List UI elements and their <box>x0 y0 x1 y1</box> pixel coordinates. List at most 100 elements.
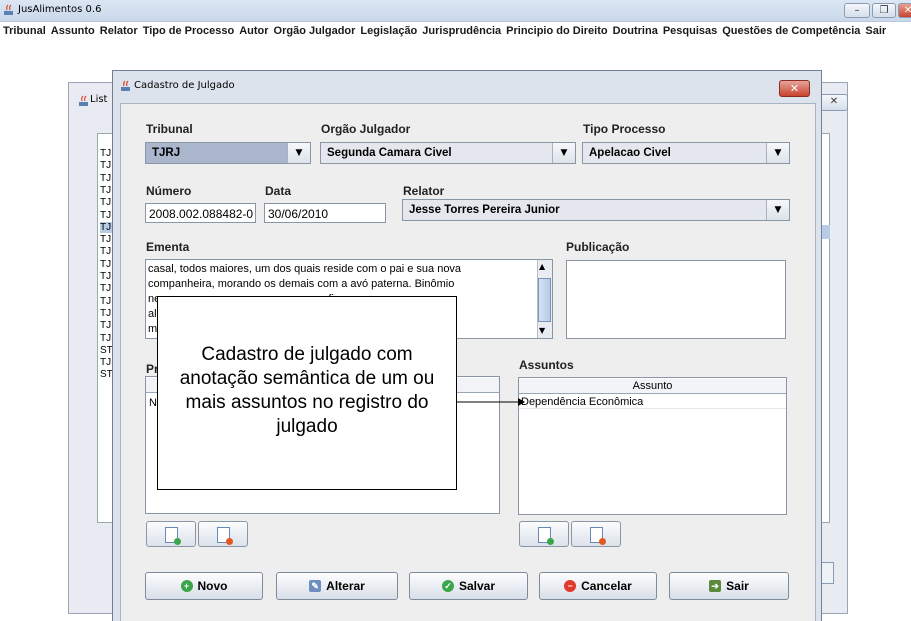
add-parte-button[interactable] <box>146 521 196 547</box>
plus-icon: + <box>180 580 193 592</box>
data-label: Data <box>265 184 292 198</box>
dialog-close-button[interactable]: ✕ <box>779 80 810 97</box>
close-button[interactable]: ✕ <box>898 3 911 18</box>
sair-button[interactable]: ➔ Sair <box>669 572 789 600</box>
assuntos-label: Assuntos <box>519 358 574 372</box>
add-document-icon <box>538 527 554 545</box>
check-icon: ✓ <box>441 580 454 592</box>
cancelar-button[interactable]: − Cancelar <box>539 572 657 600</box>
list-row[interactable]: TJ <box>100 283 111 294</box>
list-row[interactable]: TJ <box>100 185 111 196</box>
remove-parte-button[interactable] <box>198 521 248 547</box>
remove-document-icon <box>590 527 606 545</box>
annotation-arrow <box>456 398 525 406</box>
ementa-label: Ementa <box>146 240 190 254</box>
java-icon <box>78 95 90 107</box>
menu-item[interactable]: Jurisprudência <box>419 22 503 37</box>
tipo-processo-label: Tipo Processo <box>583 122 666 136</box>
salvar-label: Salvar <box>458 579 496 593</box>
relator-label: Relator <box>403 184 445 198</box>
partes-row[interactable]: N <box>149 397 157 409</box>
add-document-icon <box>165 527 181 545</box>
list-row[interactable]: TJ <box>100 234 111 245</box>
tipo-processo-select[interactable]: Apelacao Civel ▼ <box>582 142 790 164</box>
assuntos-row[interactable]: Dependência Econômica <box>519 395 786 409</box>
chevron-down-icon[interactable]: ▼ <box>766 200 789 220</box>
menu-item[interactable]: Questões de Competência <box>719 22 862 37</box>
minus-icon: − <box>564 580 577 592</box>
minimize-button[interactable]: – <box>844 3 870 18</box>
numero-field[interactable]: 2008.002.088482-0 <box>145 203 256 223</box>
menu-item[interactable]: Pesquisas <box>660 22 719 37</box>
maximize-button[interactable]: ❐ <box>872 3 896 18</box>
alterar-button[interactable]: ✎ Alterar <box>276 572 398 600</box>
relator-value: Jesse Torres Pereira Junior <box>409 204 560 216</box>
edit-icon: ✎ <box>309 580 322 592</box>
app-titlebar <box>0 0 911 22</box>
remove-assunto-button[interactable] <box>571 521 621 547</box>
menu-item[interactable]: Sair <box>862 22 888 37</box>
list-row[interactable]: TJ <box>100 148 111 159</box>
java-icon <box>120 80 132 92</box>
relator-select[interactable]: Jesse Torres Pereira Junior ▼ <box>402 199 790 221</box>
sair-label: Sair <box>726 579 749 593</box>
add-assunto-button[interactable] <box>519 521 569 547</box>
list-row[interactable]: TJ <box>100 210 111 221</box>
list-window-title: List <box>90 94 108 105</box>
numero-label: Número <box>146 184 192 198</box>
menu-item[interactable]: Doutrina <box>610 22 660 37</box>
menu-item[interactable]: Assunto <box>48 22 97 37</box>
ementa-line: casal, todos maiores, um dos quais resid… <box>148 263 462 275</box>
list-row[interactable]: TJ <box>100 259 111 270</box>
remove-document-icon <box>217 527 233 545</box>
assuntos-header: Assunto <box>519 379 786 394</box>
publicacao-label: Publicação <box>566 240 630 254</box>
list-row[interactable]: TJ <box>100 160 111 171</box>
tribunal-label: Tribunal <box>146 122 193 136</box>
list-row[interactable]: TJ <box>100 308 111 319</box>
menu-item[interactable]: Relator <box>97 22 140 37</box>
menu-item[interactable]: Autor <box>236 22 270 37</box>
menu-bar: Tribunal Assunto Relator Tipo de Processo Au… <box>0 22 911 40</box>
list-row[interactable]: TJ <box>100 320 111 331</box>
menu-item[interactable]: Legislação <box>357 22 419 37</box>
annotation-text: Cadastro de julgado com anotação semânti… <box>179 344 435 437</box>
java-icon <box>3 4 15 16</box>
menu-item[interactable]: Principio do Direito <box>503 22 609 37</box>
list-row[interactable]: TJ <box>100 271 111 282</box>
tribunal-value: TJRJ <box>152 147 181 159</box>
ementa-line: companheira, morando os demais com a avó… <box>148 278 455 290</box>
ementa-scroll-thumb[interactable] <box>538 278 551 322</box>
menu-item[interactable]: Orgão Julgador <box>271 22 358 37</box>
app-title: JusAlimentos 0.6 <box>18 4 102 15</box>
orgao-label: Orgão Julgador <box>321 122 411 136</box>
cancelar-label: Cancelar <box>581 579 632 593</box>
dialog-title: Cadastro de Julgado <box>134 80 235 91</box>
chevron-down-icon[interactable]: ▼ <box>766 143 789 163</box>
novo-button[interactable]: + Novo <box>145 572 263 600</box>
list-row[interactable]: TJ <box>100 173 111 184</box>
publicacao-textarea[interactable] <box>566 260 786 339</box>
novo-label: Novo <box>197 579 228 593</box>
chevron-down-icon[interactable]: ▼ <box>552 143 575 163</box>
list-row[interactable]: TJ <box>100 296 111 307</box>
list-row[interactable]: TJ <box>100 246 111 257</box>
tipo-processo-value: Apelacao Civel <box>589 147 671 159</box>
data-field[interactable]: 30/06/2010 <box>264 203 386 223</box>
list-row[interactable]: ST <box>100 369 113 380</box>
list-row[interactable]: TJ <box>100 197 111 208</box>
tribunal-select[interactable]: TJRJ ▼ <box>145 142 311 164</box>
orgao-select[interactable]: Segunda Camara Civel ▼ <box>320 142 576 164</box>
exit-door-icon: ➔ <box>709 580 722 592</box>
menu-item[interactable]: Tipo de Processo <box>140 22 237 37</box>
list-row[interactable]: TJ <box>100 357 111 368</box>
scroll-down-icon[interactable]: ▼ <box>539 326 545 335</box>
orgao-value: Segunda Camara Civel <box>327 147 452 159</box>
chevron-down-icon[interactable]: ▼ <box>287 143 310 163</box>
list-window-close-button[interactable]: ✕ <box>820 94 848 111</box>
list-row[interactable]: ST <box>100 345 113 356</box>
list-row[interactable]: TJ <box>100 333 111 344</box>
salvar-button[interactable]: ✓ Salvar <box>409 572 528 600</box>
menu-item[interactable]: Tribunal <box>0 22 48 37</box>
scroll-up-icon[interactable]: ▲ <box>539 262 545 271</box>
